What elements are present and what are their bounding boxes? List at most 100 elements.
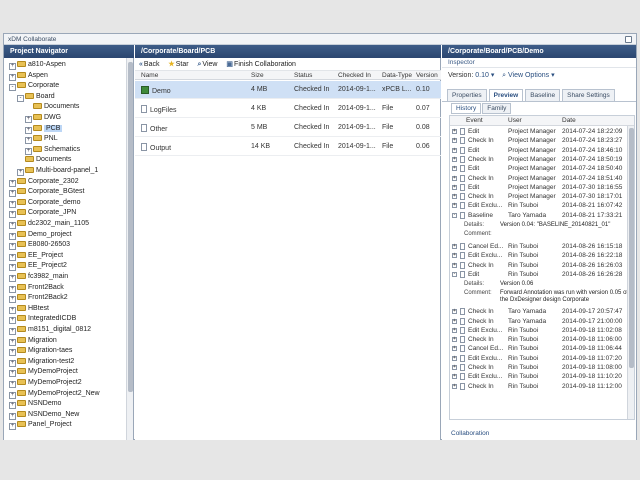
navigator-item[interactable]: + Migration-test2: [9, 357, 74, 368]
navigator-item[interactable]: + Migration-taes: [9, 346, 72, 357]
view-button[interactable]: ⌕View: [198, 61, 218, 69]
navigator-item[interactable]: + MyDemoProject2_New: [9, 389, 100, 400]
history-row[interactable]: - Baseline Taro Yamada 2014-08-21 17:33:21: [450, 211, 629, 220]
tab-share-settings[interactable]: Share Settings: [562, 89, 615, 101]
navigator-item[interactable]: + Front2Back2: [9, 293, 68, 304]
col-checked-in[interactable]: Checked In: [338, 72, 371, 79]
history-row[interactable]: + Edit Exclu... Rin Tsuboi 2014-09-18 11:02…: [450, 326, 629, 335]
navigator-item[interactable]: + Panel_Project: [9, 420, 72, 431]
expand-icon[interactable]: +: [9, 73, 16, 81]
navigator-item[interactable]: - Corporate: [9, 81, 59, 92]
navigator-item[interactable]: + EE_Project: [9, 251, 63, 262]
history-row[interactable]: + Edit Exclu... Rin Tsuboi 2014-08-21 16:07…: [450, 201, 629, 210]
expand-icon[interactable]: +: [9, 190, 16, 198]
finish-collaboration-button[interactable]: ▣Finish Collaboration: [226, 60, 296, 68]
navigator-item[interactable]: + MyDemoProject: [9, 367, 78, 378]
history-row[interactable]: + Cancel Ed... Rin Tsuboi 2014-09-18 11:06:…: [450, 344, 629, 353]
expand-icon[interactable]: +: [9, 412, 16, 420]
navigator-item[interactable]: + Corporate_2302: [9, 177, 79, 188]
expand-icon[interactable]: +: [9, 370, 16, 378]
expand-icon[interactable]: +: [9, 200, 16, 208]
navigator-scroll-thumb[interactable]: [128, 62, 133, 392]
history-row[interactable]: + Check In Taro Yamada 2014-09-17 20:57:47: [450, 307, 629, 316]
expand-icon[interactable]: +: [9, 423, 16, 431]
navigator-item[interactable]: + Corporate_JPN: [9, 208, 76, 219]
expand-icon[interactable]: +: [452, 374, 457, 380]
expand-icon[interactable]: +: [9, 338, 16, 346]
expand-icon[interactable]: +: [452, 156, 457, 162]
history-scrollbar[interactable]: [627, 126, 634, 419]
expand-icon[interactable]: +: [452, 327, 457, 333]
navigator-item[interactable]: + fc3982_main: [9, 272, 68, 283]
expand-icon[interactable]: +: [9, 264, 16, 272]
history-row[interactable]: + Edit Project Manager 2014-07-24 18:22:09: [450, 127, 629, 136]
expand-icon[interactable]: +: [452, 194, 457, 200]
expand-icon[interactable]: +: [9, 306, 16, 314]
navigator-item[interactable]: + DWG: [25, 113, 61, 124]
history-row[interactable]: + Check In Project Manager 2014-07-30 18:17…: [450, 192, 629, 201]
expand-icon[interactable]: +: [452, 147, 457, 153]
tab-preview[interactable]: Preview: [488, 89, 524, 101]
expand-icon[interactable]: +: [9, 232, 16, 240]
history-row[interactable]: - Edit Rin Tsuboi 2014-08-26 16:26:28: [450, 270, 629, 279]
navigator-item[interactable]: + EE_Project2: [9, 261, 67, 272]
history-row[interactable]: + Check In Taro Yamada 2014-09-17 21:00:00: [450, 317, 629, 326]
history-scroll-thumb[interactable]: [629, 128, 634, 368]
navigator-item[interactable]: + Corporate_BGtest: [9, 187, 84, 198]
expand-icon[interactable]: +: [9, 296, 16, 304]
history-row[interactable]: + Check In Rin Tsuboi 2014-09-18 11:08:00: [450, 363, 629, 372]
history-row[interactable]: + Edit Project Manager 2014-07-24 18:46:10: [450, 146, 629, 155]
expand-icon[interactable]: +: [9, 275, 16, 282]
history-row[interactable]: + Edit Exclu... Rin Tsuboi 2014-09-18 11:07…: [450, 354, 629, 363]
file-row[interactable]: Other 5 MB Checked In 2014-09-1... File 0.08: [135, 119, 441, 137]
navigator-item[interactable]: Documents: [25, 102, 79, 113]
expand-icon[interactable]: +: [9, 285, 16, 293]
expand-icon[interactable]: +: [452, 365, 457, 370]
history-row[interactable]: + Edit Project Manager 2014-07-24 18:50:40: [450, 164, 629, 173]
navigator-item[interactable]: - Board: [17, 92, 55, 103]
navigator-item[interactable]: + dc2302_main_1105: [9, 219, 89, 230]
expand-icon[interactable]: +: [9, 179, 16, 187]
view-options-button[interactable]: ⌕ View Options ▾: [502, 72, 554, 79]
expand-icon[interactable]: +: [9, 381, 16, 388]
expand-icon[interactable]: +: [25, 116, 32, 123]
history-row[interactable]: + Check In Rin Tsuboi 2014-08-26 16:26:03: [450, 261, 629, 270]
navigator-item[interactable]: + NSNDemo: [9, 399, 61, 410]
expand-icon[interactable]: +: [452, 337, 457, 343]
history-row[interactable]: + Check In Project Manager 2014-07-24 18:50…: [450, 155, 629, 164]
col-size[interactable]: Size: [251, 72, 264, 79]
version-select[interactable]: 0.10 ▾: [475, 72, 494, 79]
back-button[interactable]: «Back: [139, 61, 159, 68]
expand-icon[interactable]: +: [9, 349, 16, 357]
navigator-item[interactable]: + PCB: [25, 124, 63, 135]
expand-icon[interactable]: +: [452, 129, 457, 134]
expand-icon[interactable]: +: [452, 355, 457, 361]
expand-icon[interactable]: +: [9, 391, 16, 399]
navigator-item[interactable]: + MyDemoProject2: [9, 378, 82, 389]
tab-family[interactable]: Family: [482, 103, 512, 114]
navigator-item[interactable]: + Schematics: [25, 145, 80, 156]
file-row[interactable]: LogFiles 4 KB Checked In 2014-09-1... File 0.…: [135, 100, 441, 118]
history-row[interactable]: + Check In Project Manager 2014-07-24 18:23…: [450, 136, 629, 145]
expand-icon[interactable]: +: [452, 244, 457, 249]
expand-icon[interactable]: +: [452, 383, 457, 389]
history-row[interactable]: + Edit Project Manager 2014-07-30 18:16:55: [450, 183, 629, 192]
expand-icon[interactable]: +: [9, 243, 16, 251]
navigator-item[interactable]: + Migration: [9, 336, 57, 347]
navigator-item[interactable]: + E8080-26503: [9, 240, 70, 251]
col-user[interactable]: User: [508, 117, 522, 124]
star-button[interactable]: ★Star: [168, 60, 188, 68]
history-row[interactable]: + Cancel Ed... Rin Tsuboi 2014-08-26 16:15:…: [450, 242, 629, 251]
maximize-icon[interactable]: [625, 36, 632, 43]
expand-icon[interactable]: +: [25, 147, 32, 155]
history-row[interactable]: + Check In Project Manager 2014-07-24 18:51…: [450, 174, 629, 183]
history-row[interactable]: + Check In Rin Tsuboi 2014-09-18 11:06:00: [450, 335, 629, 344]
expand-icon[interactable]: +: [9, 211, 16, 219]
navigator-item[interactable]: + m8151_digital_0812: [9, 325, 91, 336]
col-status[interactable]: Status: [294, 72, 312, 79]
history-row[interactable]: + Check In Rin Tsuboi 2014-09-18 11:12:00: [450, 382, 629, 391]
col-version[interactable]: Version: [416, 72, 438, 79]
expand-icon[interactable]: +: [452, 175, 457, 181]
expand-icon[interactable]: +: [9, 63, 16, 70]
expand-icon[interactable]: +: [9, 317, 16, 325]
